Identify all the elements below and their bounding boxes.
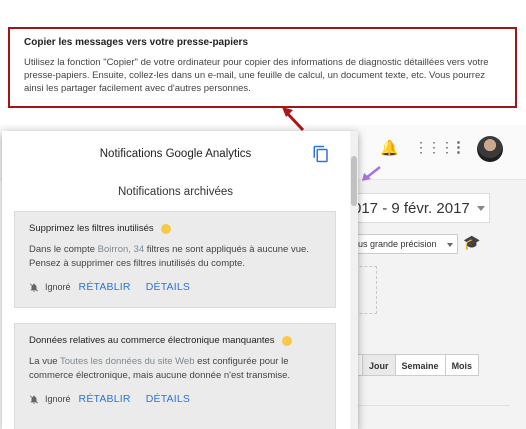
copy-icon[interactable] [312,145,330,163]
period-button-week[interactable]: Semaine [394,354,446,376]
notification-card: Supprimez les filtres inutilisés Dans le… [14,211,336,308]
details-button[interactable]: DÉTAILS [146,393,190,405]
notification-card: Données relatives au commerce électroniq… [14,323,336,429]
restore-button[interactable]: RÉTABLIR [79,393,131,405]
scrollbar-thumb[interactable] [351,156,357,206]
card-title: Supprimez les filtres inutilisés [29,223,321,234]
card-text: La vue Toutes les données du site Web es… [29,356,291,381]
bell-off-icon [29,282,39,292]
card-title: Données relatives au commerce électroniq… [29,335,321,346]
chevron-down-icon[interactable] [477,206,485,211]
warning-icon [160,223,171,234]
red-arrow-icon [282,107,305,132]
scrollbar[interactable] [350,131,358,429]
period-toggle: s Jour Semaine Mois [344,354,480,376]
apps-grid-icon[interactable]: ⋮⋮⋮ [414,139,454,156]
card-actions: Ignoré RÉTABLIR DÉTAILS [29,281,321,293]
archived-label: Notifications archivées [117,186,234,198]
account-link[interactable]: Boirron, 34 [98,244,144,255]
tooltip-body: Utilisez la fonction "Copier" de votre o… [24,57,489,94]
period-button-month[interactable]: Mois [444,354,480,376]
details-button[interactable]: DÉTAILS [146,281,190,293]
date-range-selector[interactable]: 017 - 9 févr. 2017 [340,193,490,223]
period-button-day[interactable]: Jour [362,354,396,376]
bell-icon[interactable]: 🔔 [380,139,399,157]
status-label: Ignoré [45,394,71,404]
view-link[interactable]: Toutes les données du site Web [60,356,195,367]
divider [345,405,510,406]
warning-icon [281,335,292,346]
status-label: Ignoré [45,282,71,292]
notifications-panel: Notifications Google Analytics Notificat… [2,131,358,429]
panel-title: Notifications Google Analytics [99,148,252,160]
more-vert-icon[interactable]: ⋮ [451,138,466,156]
graduation-cap-icon[interactable]: 🎓 [463,234,480,251]
restore-button[interactable]: RÉTABLIR [79,281,131,293]
bell-off-icon [29,394,39,404]
card-text: Dans le compte Boirron, 34 filtres ne so… [29,244,309,269]
chevron-down-icon[interactable] [447,243,453,247]
copy-tooltip: Copier les messages vers votre presse-pa… [8,27,517,108]
avatar[interactable] [477,136,503,162]
tooltip-title: Copier les messages vers votre presse-pa… [24,37,249,48]
card-actions: Ignoré RÉTABLIR DÉTAILS [29,393,321,405]
purple-arrow-icon [362,166,381,181]
